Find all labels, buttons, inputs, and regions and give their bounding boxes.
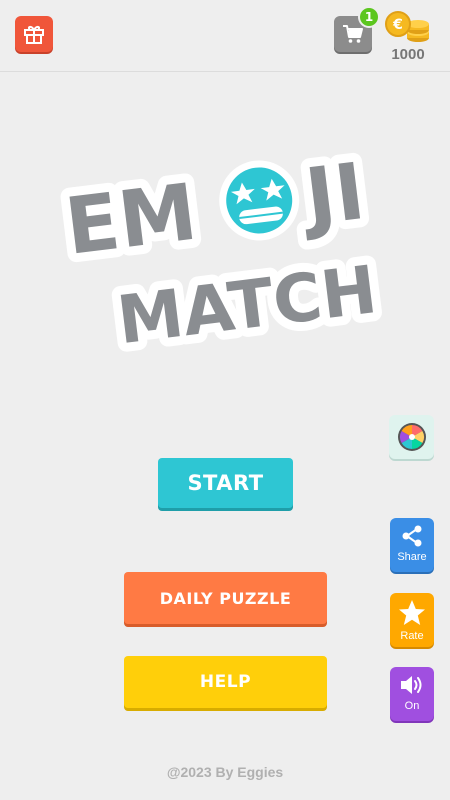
sound-label: On xyxy=(404,700,420,712)
coin-balance: 1000 xyxy=(391,46,425,63)
emoji-face-icon xyxy=(219,160,300,241)
logo-line2: MATCH xyxy=(113,251,381,359)
logo-line1-right: JI xyxy=(296,147,370,244)
start-button[interactable]: START xyxy=(158,458,293,508)
wheel-icon xyxy=(397,423,426,451)
share-label: Share xyxy=(397,551,427,563)
share-icon xyxy=(402,525,422,547)
copyright-footer: @2023 By Eggies xyxy=(166,764,284,780)
gift-button[interactable] xyxy=(15,16,53,52)
sound-toggle-button[interactable]: On xyxy=(390,667,434,721)
coins-icon: € xyxy=(385,11,429,42)
game-logo: EM EM JI JI MATCH MATCH xyxy=(52,138,390,365)
help-button[interactable]: HELP xyxy=(124,656,327,708)
logo-line1-left: EM xyxy=(61,168,202,273)
gift-icon xyxy=(24,26,44,44)
rate-button[interactable]: Rate xyxy=(390,593,434,647)
cart-badge: 1 xyxy=(358,6,380,28)
svg-text:€: € xyxy=(392,17,403,33)
star-icon xyxy=(399,600,425,625)
speaker-icon xyxy=(401,676,422,694)
lucky-wheel-button[interactable] xyxy=(389,415,434,459)
share-button[interactable]: Share xyxy=(390,518,434,572)
daily-puzzle-button[interactable]: DAILY PUZZLE xyxy=(124,572,327,624)
cart-icon xyxy=(343,25,363,43)
rate-label: Rate xyxy=(400,630,424,642)
